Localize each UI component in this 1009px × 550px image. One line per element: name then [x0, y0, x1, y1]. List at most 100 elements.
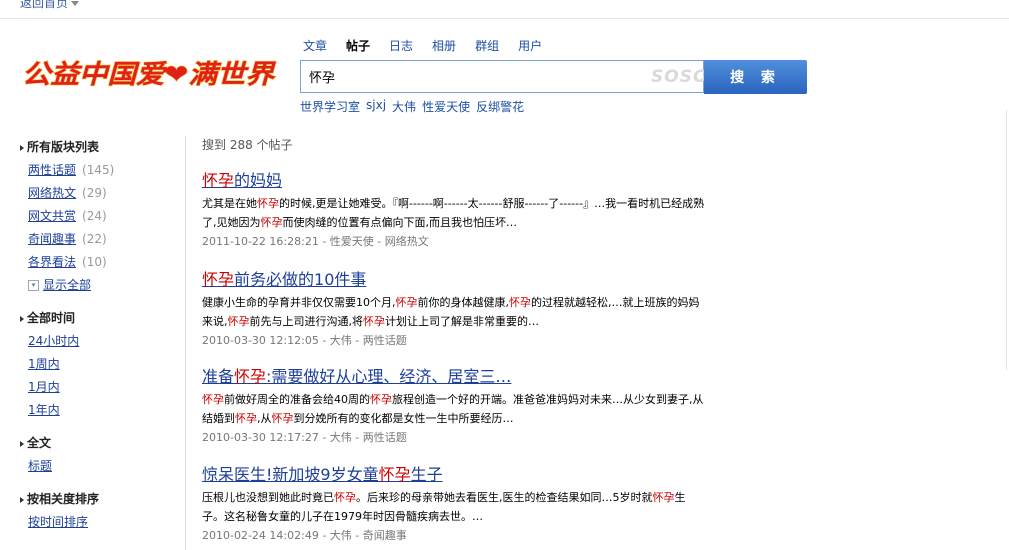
search-result: 惊呆医生!新加坡9岁女童怀孕生子 压根儿也没想到她此时竟已怀孕。后来珍的母亲带她去…	[202, 464, 752, 545]
text-segment: 前先与上司进行沟通,将	[249, 315, 364, 328]
sidebar-section: 全部时间 24小时内 1周内 1月内 1年内	[20, 307, 180, 422]
sidebar-item: 网文共赏 (24)	[20, 205, 180, 228]
sidebar-item-link[interactable]: 24小时内	[28, 334, 79, 348]
section-title-label: 按相关度排序	[27, 492, 100, 506]
search-tab[interactable]: 日志	[389, 37, 413, 53]
sidebar-item-count: (22)	[82, 232, 107, 246]
highlight-term: 怀孕	[260, 216, 283, 229]
search-tab[interactable]: 用户	[518, 37, 542, 53]
text-segment: :需要做好从心理、经济、居室三…	[266, 367, 512, 386]
sidebar-item-link[interactable]: 奇闻趣事	[28, 232, 76, 246]
section-title-label: 全部时间	[27, 311, 76, 325]
result-meta: 2011-10-22 16:28:21 - 性爱天使 - 网络热文	[202, 235, 429, 248]
text-segment: 而使肉缝的位置有点偏向下面,而且我也怕压坏…	[282, 216, 518, 229]
sidebar-item-link[interactable]: 按时间排序	[28, 515, 88, 529]
sidebar-item-link[interactable]: 网文共赏	[28, 209, 76, 223]
triangle-right-icon	[20, 440, 24, 447]
text-segment: 前你的身体越健康,	[417, 296, 510, 309]
search-tab[interactable]: 帖子	[346, 37, 370, 53]
triangle-right-icon	[20, 144, 24, 151]
sidebar-section: 全文 标题	[20, 432, 180, 478]
highlight-term: 怀孕	[257, 197, 279, 210]
snippet-line: 健康小生命的孕育并非仅仅需要10个月,怀孕前你的身体越健康,怀孕的过程就越轻松,…	[202, 293, 747, 312]
sidebar-section-title[interactable]: 全文	[20, 432, 180, 455]
related-search-link[interactable]: 大伟	[392, 98, 416, 115]
related-search-link[interactable]: 性爱天使	[422, 98, 470, 115]
result-title-link[interactable]: 怀孕前务必做的10件事	[202, 269, 752, 291]
sidebar-item: 1月内	[20, 376, 180, 399]
snippet-line: 尤其是在她怀孕的时候,更是让她难受。『啊------啊------太------…	[202, 194, 747, 213]
text-segment: 计划让上司了解是非常重要的…	[385, 315, 539, 328]
text-segment: 的时候,更是让她难受。『啊------啊------太------舒服-----…	[279, 197, 705, 210]
highlight-term: 怀孕	[271, 412, 294, 425]
search-result: 准备怀孕:需要做好从心理、经济、居室三… 怀孕前做好周全的准备会给40周的怀孕旅程…	[202, 366, 752, 447]
related-searches: 世界学习室 sjxj 大伟 性爱天使 反绑警花	[300, 98, 530, 115]
search-tab[interactable]: 文章	[303, 37, 327, 53]
highlight-term: 怀孕	[202, 270, 235, 289]
soso-watermark: SOSO	[651, 67, 709, 87]
search-result: 怀孕前务必做的10件事 健康小生命的孕育并非仅仅需要10个月,怀孕前你的身体越健康…	[202, 269, 752, 350]
related-search-link[interactable]: sjxj	[366, 98, 386, 115]
show-all-link[interactable]: 显示全部	[43, 278, 91, 292]
result-title-link[interactable]: 准备怀孕:需要做好从心理、经济、居室三…	[202, 366, 752, 388]
search-tab[interactable]: 相册	[432, 37, 456, 53]
result-snippet: 怀孕前做好周全的准备会给40周的怀孕旅程创造一个好的开端。准爸爸准妈妈对未来…从…	[202, 390, 747, 428]
sidebar-section-title[interactable]: 全部时间	[20, 307, 180, 330]
text-segment: 前务必做的10件事	[234, 270, 367, 289]
related-search-link[interactable]: 世界学习室	[300, 98, 360, 115]
result-snippet: 健康小生命的孕育并非仅仅需要10个月,怀孕前你的身体越健康,怀孕的过程就越轻松,…	[202, 293, 747, 331]
highlight-term: 怀孕	[509, 296, 531, 309]
highlight-term: 怀孕	[227, 315, 250, 328]
result-title-link[interactable]: 怀孕的妈妈	[202, 170, 752, 192]
search-box: SOSO	[300, 60, 707, 93]
sidebar-item-link[interactable]: 各界看法	[28, 255, 76, 269]
sidebar-item-count: (24)	[82, 209, 107, 223]
text-segment: 前做好周全的准备会给40周的	[224, 393, 370, 406]
text-segment: 。后来珍的母亲带她去看医生,医生的检查结果如同…5岁时就	[356, 491, 653, 504]
search-type-tabs: 文章 帖子 日志 相册 群组 用户	[303, 37, 561, 53]
highlight-term: 怀孕	[378, 465, 411, 484]
sidebar-item: 各界看法 (10)	[20, 251, 180, 274]
section-title-label: 所有版块列表	[27, 140, 100, 154]
result-meta: 2010-03-30 12:12:05 - 大伟 - 两性话题	[202, 334, 407, 347]
logo-text: 公益中国爱❤满世界	[22, 60, 276, 90]
result-meta: 2010-03-30 12:17:27 - 大伟 - 两性话题	[202, 431, 407, 444]
sidebar-item: 按时间排序	[20, 511, 180, 534]
section-title-label: 全文	[27, 436, 52, 450]
highlight-term: 怀孕	[234, 367, 267, 386]
search-tab[interactable]: 群组	[475, 37, 499, 53]
search-result: 怀孕的妈妈 尤其是在她怀孕的时候,更是让她难受。『啊------啊------太-…	[202, 170, 752, 251]
triangle-right-icon	[20, 496, 24, 503]
sidebar-item-link[interactable]: 1周内	[28, 357, 60, 371]
sidebar-item: 标题	[20, 455, 180, 478]
sidebar-item-link[interactable]: 1月内	[28, 380, 60, 394]
snippet-line: 怀孕前做好周全的准备会给40周的怀孕旅程创造一个好的开端。准爸爸准妈妈对未来…从…	[202, 390, 747, 409]
text-segment: 生	[674, 491, 686, 504]
search-input[interactable]	[301, 61, 657, 92]
sidebar-item-link[interactable]: 两性话题	[28, 163, 76, 177]
snippet-line: 结婚到怀孕,从怀孕到分娩所有的变化都是女性一生中所要经历…	[202, 409, 747, 428]
snippet-line: 了,见她因为怀孕而使肉缝的位置有点偏向下面,而且我也怕压坏…	[202, 213, 747, 232]
sidebar-item: 24小时内	[20, 330, 180, 353]
back-to-home-link[interactable]: 返回首页	[20, 0, 80, 11]
related-search-link[interactable]: 反绑警花	[476, 98, 524, 115]
highlight-term: 怀孕	[370, 393, 392, 406]
result-meta: 2010-02-24 14:02:49 - 大伟 - 奇闻趣事	[202, 529, 407, 542]
sidebar-item-count: (145)	[82, 163, 115, 177]
sidebar-section-title[interactable]: 按相关度排序	[20, 488, 180, 511]
sidebar-item-link[interactable]: 网络热文	[28, 186, 76, 200]
text-segment: 结婚到	[202, 412, 235, 425]
sidebar-section-title[interactable]: 所有版块列表	[20, 136, 180, 159]
text-segment: 压根儿也没想到她此时竟已	[202, 491, 334, 504]
search-button[interactable]: 搜 索	[704, 60, 807, 94]
caret-down-icon[interactable]	[71, 1, 80, 6]
sidebar-item-link[interactable]: 标题	[28, 459, 52, 473]
sidebar-item: 1周内	[20, 353, 180, 376]
expand-icon[interactable]: ▾	[28, 280, 39, 291]
site-logo[interactable]: 公益中国爱❤满世界	[20, 52, 278, 94]
sidebar-item-link[interactable]: 1年内	[28, 403, 60, 417]
highlight-term: 怀孕	[652, 491, 675, 504]
text-segment: 尤其是在她	[202, 197, 257, 210]
sidebar-section: 所有版块列表 两性话题 (145) 网络热文 (29) 网文共赏 (24) 奇闻趣事 (22) 各…	[20, 136, 180, 297]
result-title-link[interactable]: 惊呆医生!新加坡9岁女童怀孕生子	[202, 464, 752, 486]
